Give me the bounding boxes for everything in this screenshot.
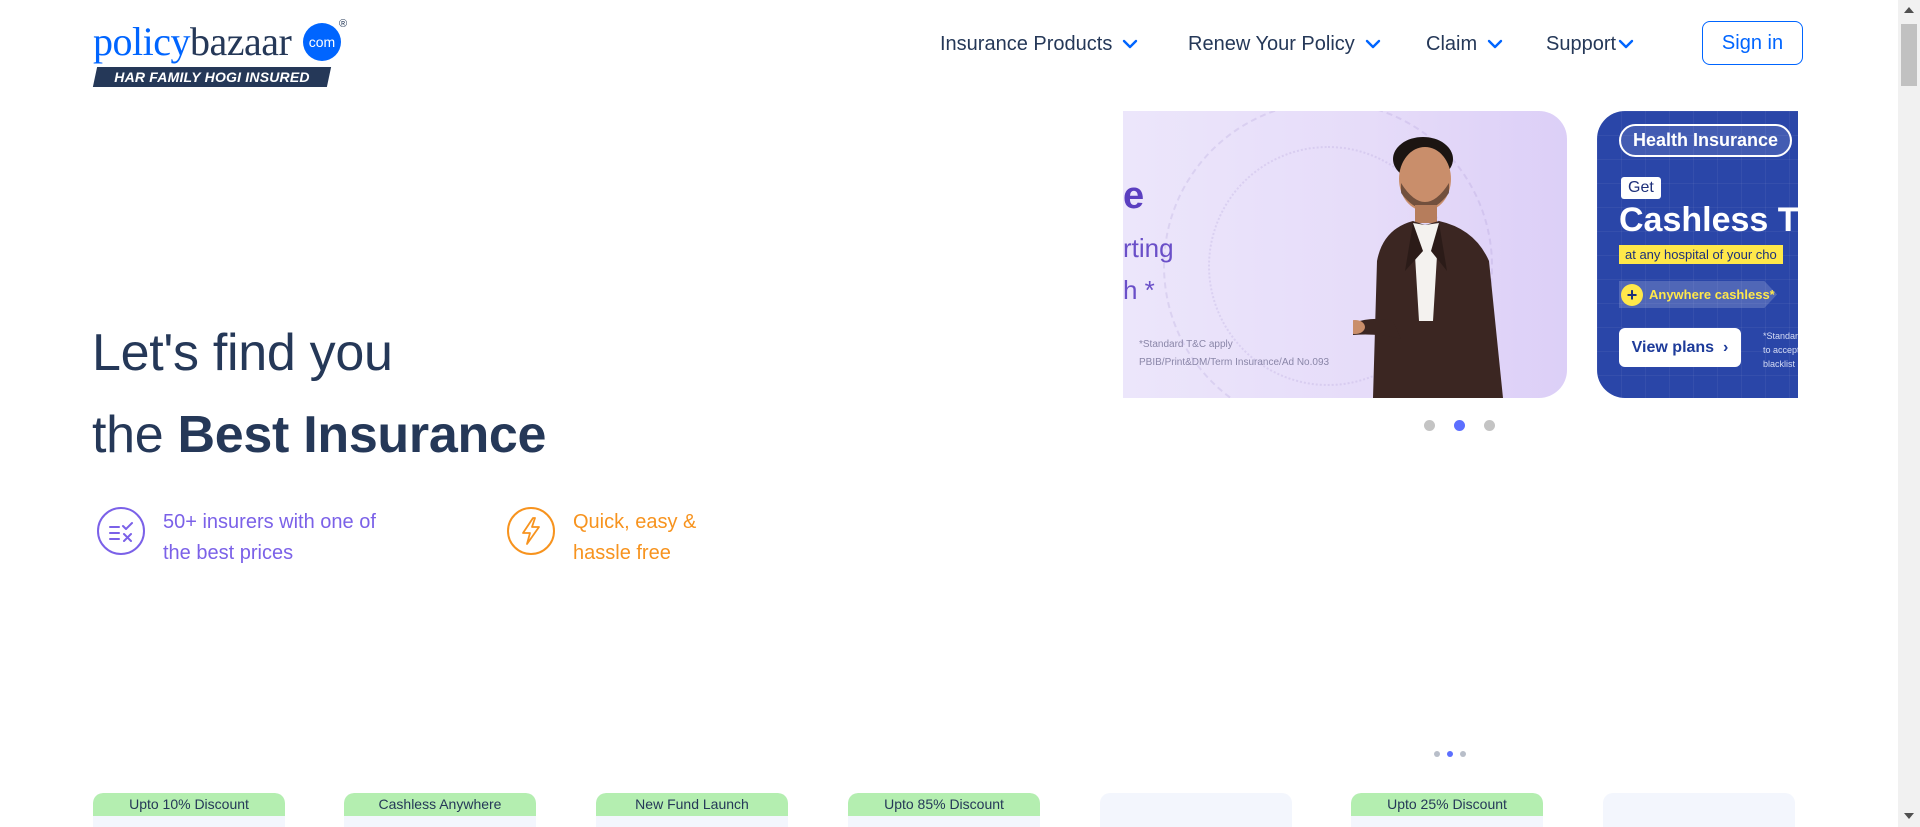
view-plans-label: View plans (1631, 339, 1715, 356)
logo-word-bazaar: bazaar (189, 19, 292, 64)
product-card[interactable]: New Fund Launch (596, 793, 788, 827)
nav-claim[interactable]: Claim (1426, 30, 1503, 58)
policybazaar-logo[interactable]: policybazaar com ® HAR FAMILY HOGI INSUR… (92, 18, 353, 90)
sign-in-button[interactable]: Sign in (1702, 21, 1803, 65)
banner-partial-heading: e (1123, 175, 1145, 217)
products-dot-active[interactable] (1447, 751, 1453, 757)
site-header: policybazaar com ® HAR FAMILY HOGI INSUR… (0, 0, 1898, 100)
banner-partial-text: rting (1123, 233, 1174, 263)
hero-heading-bold: Best Insurance (177, 406, 547, 464)
chevron-down-icon (1487, 39, 1503, 49)
product-card-badge: New Fund Launch (596, 793, 788, 816)
product-card[interactable]: Upto 85% Discount (848, 793, 1040, 827)
logo-word-policy: policy (93, 19, 190, 64)
nav-renew-your-policy[interactable]: Renew Your Policy (1188, 30, 1381, 58)
chevron-down-icon (1618, 39, 1634, 49)
product-card-badge: Upto 10% Discount (93, 793, 285, 816)
fine-print-line3: blacklist (1763, 359, 1796, 369)
logo-tagline: HAR FAMILY HOGI INSURED (92, 67, 332, 87)
feature-insurers-text: 50+ insurers with one of the best prices (163, 511, 376, 564)
products-pagination (1434, 751, 1466, 757)
product-card-badge: Upto 85% Discount (848, 793, 1040, 816)
fine-print-line1: *Standar (1763, 331, 1798, 341)
product-card[interactable] (1100, 793, 1292, 827)
hero-heading-line2: the Best Insurance (92, 404, 546, 466)
nav-item-label: Renew Your Policy (1188, 32, 1355, 55)
products-dot[interactable] (1460, 751, 1466, 757)
logo-tagline-text: HAR FAMILY HOGI INSURED (114, 69, 310, 85)
nav-item-label: Support (1546, 32, 1617, 55)
banner-subline: at any hospital of your cho (1619, 245, 1783, 264)
view-plans-button[interactable]: View plans › (1619, 328, 1741, 367)
feature-quick-easy-text: Quick, easy & hassle free (573, 511, 697, 564)
anywhere-cashless-tag: + Anywhere cashless* (1619, 281, 1777, 308)
product-card[interactable]: Upto 25% Discount (1351, 793, 1543, 827)
anywhere-cashless-text: Anywhere cashless* (1649, 287, 1775, 302)
nav-item-label: Claim (1426, 32, 1478, 55)
term-insurance-banner[interactable]: e rting h * *Standard T&C apply PBIB/Pri… (1123, 111, 1567, 398)
logo-registered-mark: ® (339, 18, 348, 30)
banner-partial-text-2: h * (1123, 275, 1155, 305)
product-card[interactable] (1603, 793, 1795, 827)
product-card-badge: Cashless Anywhere (344, 793, 536, 816)
chevron-down-icon (1123, 39, 1138, 49)
banner-terms-line2: PBIB/Print&DM/Term Insurance/Ad No.093 (1139, 357, 1330, 368)
hero-heading-line1: Let's find you (92, 324, 393, 382)
banner-terms-line1: *Standard T&C apply (1139, 339, 1233, 350)
banner-get-label: Get (1621, 177, 1661, 199)
feature-quick-easy: Quick, easy & hassle free (507, 507, 723, 569)
banner-fine-print: *Standar to accept blacklist (1763, 329, 1798, 371)
nav-insurance-products[interactable]: Insurance Products (940, 30, 1138, 58)
banner-category-pill: Health Insurance (1619, 124, 1793, 157)
scroll-up-arrow-icon[interactable] (1904, 7, 1914, 13)
page-scrollbar[interactable] (1898, 0, 1920, 827)
banner-terms-text: *Standard T&C apply PBIB/Print&DM/Term I… (1139, 336, 1329, 372)
product-card[interactable]: Upto 10% Discount (93, 793, 285, 827)
chevron-right-icon: › (1718, 339, 1729, 356)
logo-wordmark: policybazaar (93, 19, 292, 64)
lightning-icon (507, 507, 555, 555)
logo-com-badge: com (303, 23, 341, 61)
chevron-down-icon (1365, 39, 1380, 49)
carousel-dot[interactable] (1424, 420, 1435, 431)
fine-print-line2: to accept (1763, 345, 1798, 355)
compare-list-icon (97, 507, 145, 555)
carousel-pagination (1424, 420, 1495, 431)
brand-ambassador-image (1353, 137, 1503, 398)
nav-support[interactable]: Support (1546, 30, 1634, 58)
hero-heading-prefix: the (92, 406, 178, 464)
plus-icon: + (1621, 283, 1643, 306)
nav-item-label: Insurance Products (940, 32, 1113, 55)
product-card[interactable]: Cashless Anywhere (344, 793, 536, 827)
product-card-badge: Upto 25% Discount (1351, 793, 1543, 816)
health-insurance-banner[interactable]: Health Insurance Get Cashless T at any h… (1597, 111, 1798, 398)
feature-insurers: 50+ insurers with one of the best prices (97, 507, 383, 569)
scroll-down-arrow-icon[interactable] (1904, 813, 1914, 819)
scrollbar-thumb[interactable] (1901, 24, 1917, 86)
banner-headline: Cashless T (1619, 201, 1798, 239)
carousel-dot-active[interactable] (1454, 420, 1465, 431)
products-dot[interactable] (1434, 751, 1440, 757)
carousel-dot[interactable] (1484, 420, 1495, 431)
